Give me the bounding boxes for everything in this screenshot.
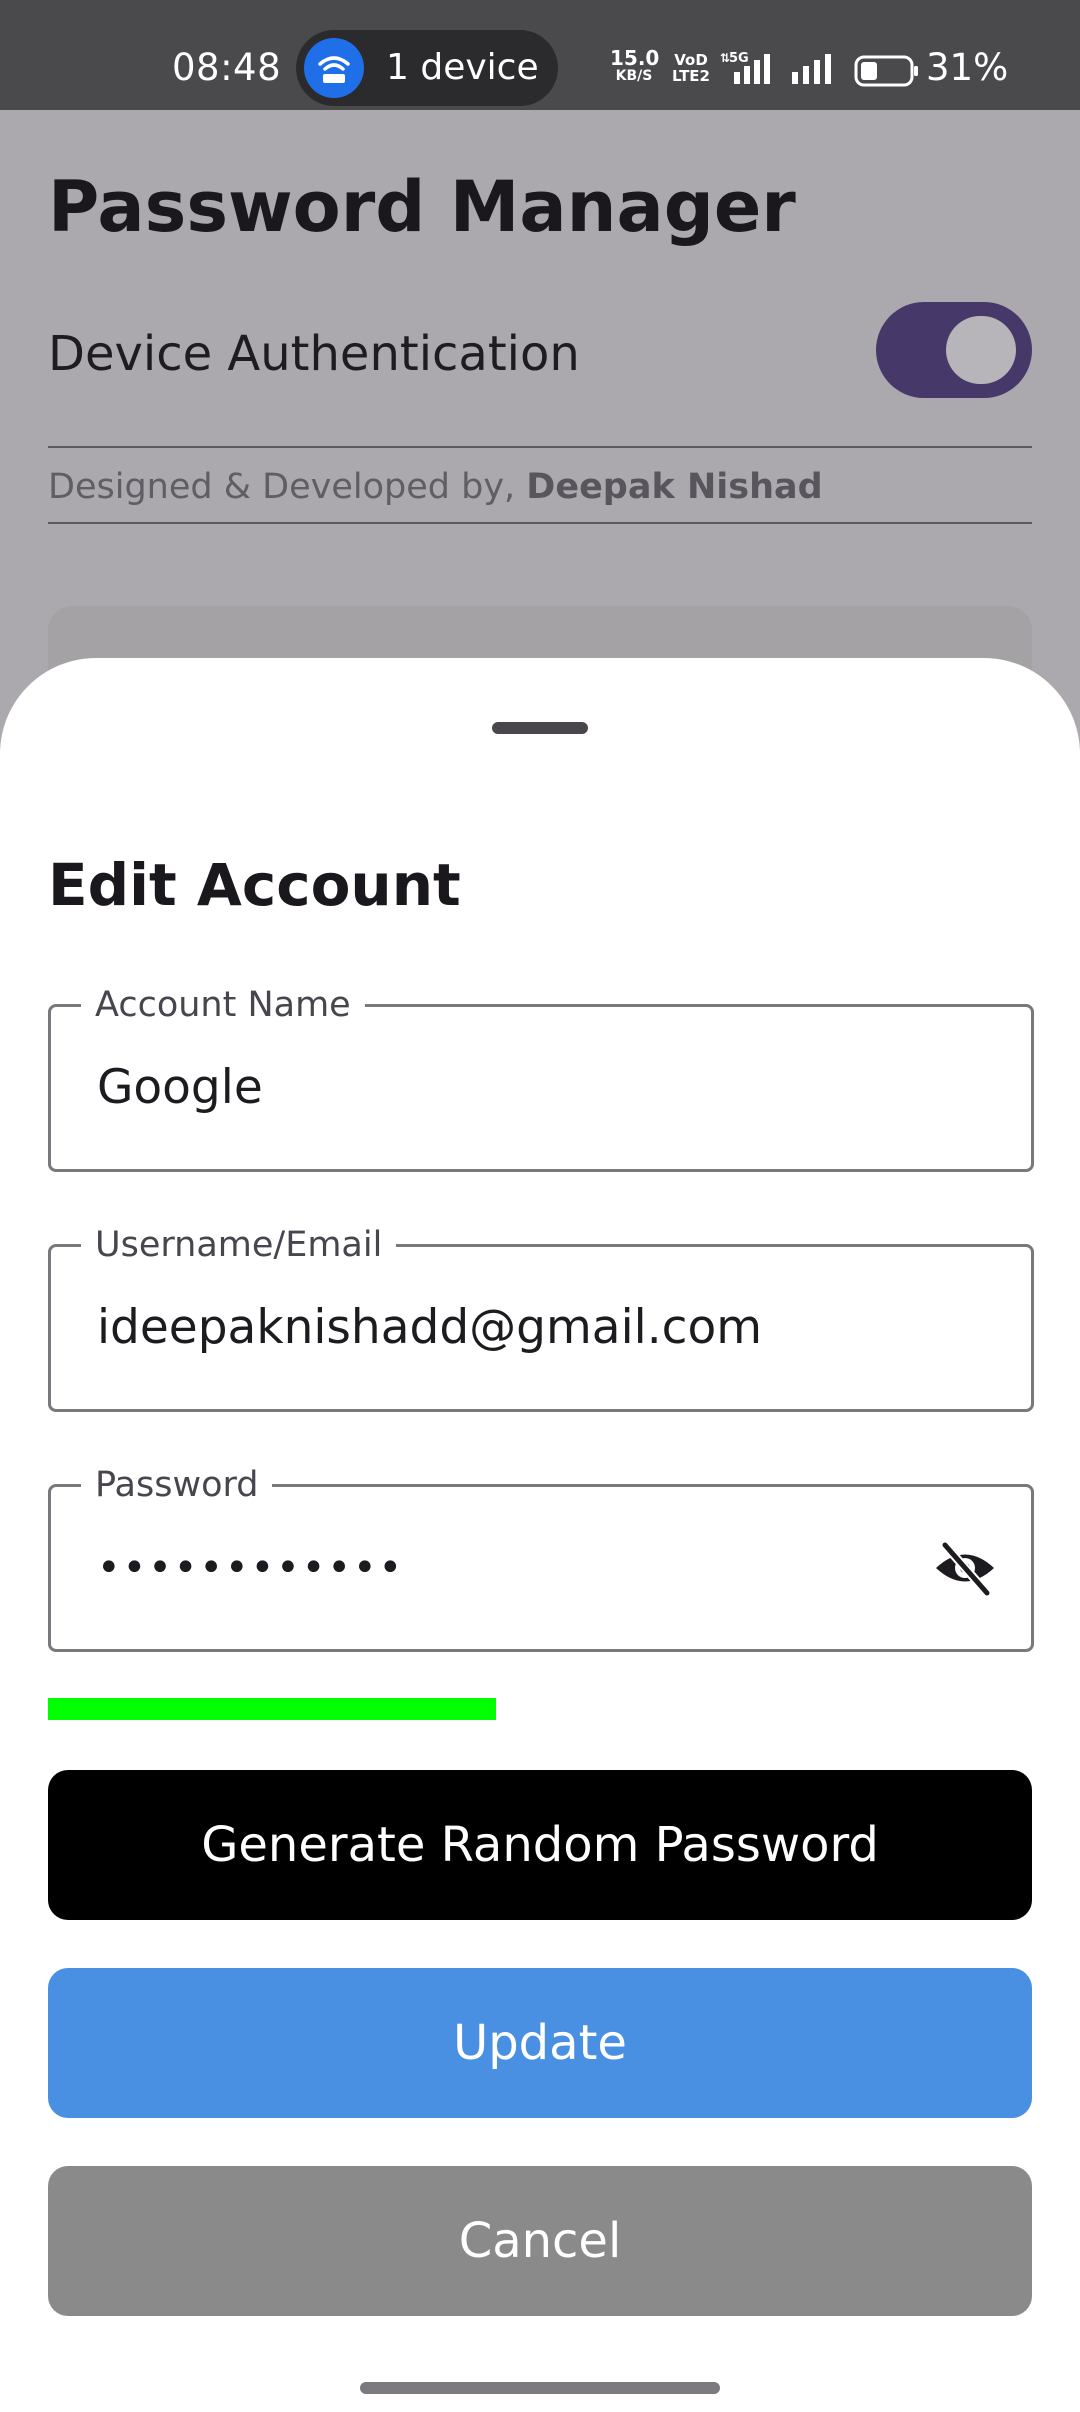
account-name-input[interactable] bbox=[97, 1058, 917, 1118]
eye-off-icon bbox=[936, 1540, 994, 1597]
edit-account-sheet: Edit Account Account Name Username/Email… bbox=[0, 658, 1080, 2412]
account-name-label: Account Name bbox=[81, 983, 365, 1027]
network-speed-value: 15.0 bbox=[610, 46, 660, 70]
hotspot-pill[interactable]: 1 device bbox=[296, 30, 558, 106]
device-authentication-row: Device Authentication bbox=[48, 302, 1032, 398]
generate-random-password-button[interactable]: Generate Random Password bbox=[48, 1770, 1032, 1920]
volte-line1: VoD bbox=[674, 51, 708, 69]
volte-indicator: VoD LTE2 bbox=[672, 52, 710, 84]
hotspot-device-count: 1 device bbox=[386, 47, 539, 88]
battery-icon bbox=[854, 55, 918, 87]
device-authentication-label: Device Authentication bbox=[48, 326, 580, 382]
network-speed-unit: KB/S bbox=[615, 68, 653, 84]
credit-section: Designed & Developed by, Deepak Nishad bbox=[48, 446, 1032, 524]
username-label: Username/Email bbox=[81, 1223, 397, 1267]
update-button[interactable]: Update bbox=[48, 1968, 1032, 2118]
device-authentication-toggle[interactable] bbox=[876, 302, 1032, 398]
password-strength-fill bbox=[48, 1698, 496, 1720]
password-strength-bar bbox=[48, 1698, 1032, 1720]
cancel-button[interactable]: Cancel bbox=[48, 2166, 1032, 2316]
signal-strength-icon bbox=[792, 54, 831, 84]
password-field[interactable]: Password bbox=[48, 1463, 1034, 1652]
toggle-knob bbox=[946, 316, 1016, 384]
page-title: Password Manager bbox=[48, 166, 796, 248]
password-label: Password bbox=[81, 1463, 273, 1507]
home-indicator[interactable] bbox=[360, 2382, 720, 2394]
username-input[interactable] bbox=[97, 1298, 917, 1358]
password-input[interactable] bbox=[97, 1538, 917, 1598]
toggle-password-visibility-button[interactable] bbox=[927, 1533, 1003, 1603]
battery-percent: 31% bbox=[926, 46, 1009, 89]
status-time: 08:48 bbox=[172, 46, 282, 89]
sheet-title: Edit Account bbox=[48, 851, 461, 919]
username-field[interactable]: Username/Email bbox=[48, 1223, 1034, 1412]
credit-author: Deepak Nishad bbox=[526, 467, 823, 507]
account-name-field[interactable]: Account Name bbox=[48, 983, 1034, 1172]
status-bar: 08:48 1 device 15.0 KB/S VoD LTE2 ⇅ 5G 3… bbox=[0, 0, 1080, 110]
network-speed: 15.0 KB/S bbox=[610, 46, 660, 84]
volte-line2: LTE2 bbox=[672, 67, 710, 85]
wifi-hotspot-icon bbox=[304, 38, 364, 98]
signal-5g-icon: ⇅ 5G bbox=[720, 51, 770, 84]
sheet-drag-handle[interactable] bbox=[492, 722, 588, 734]
network-type-label: 5G bbox=[729, 51, 749, 66]
credit-text: Designed & Developed by, Deepak Nishad bbox=[48, 466, 823, 508]
credit-prefix: Designed & Developed by, bbox=[48, 467, 527, 507]
